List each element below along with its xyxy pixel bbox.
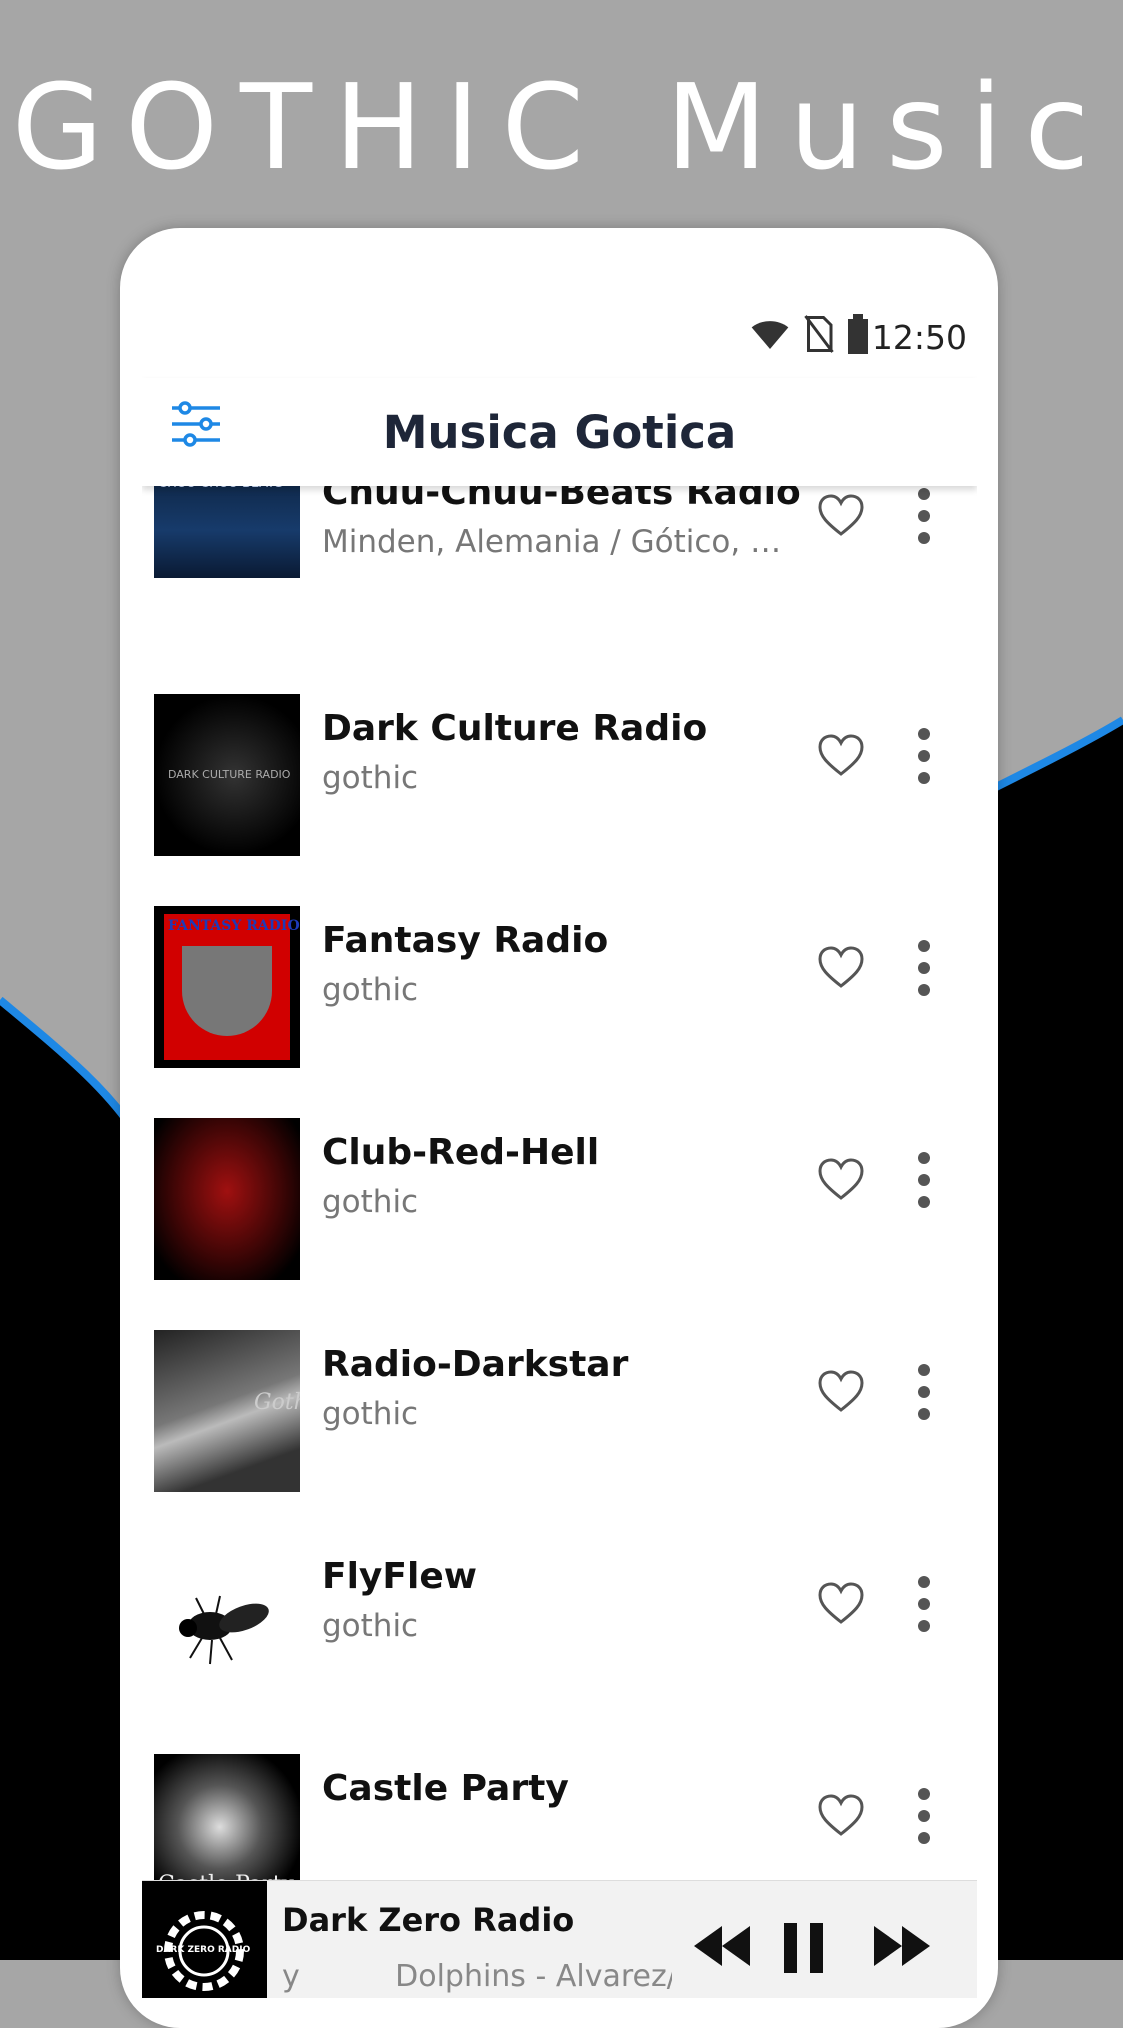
- station-logo: [154, 1118, 300, 1280]
- station-name: Club-Red-Hell: [322, 1132, 600, 1173]
- status-time: 12:50: [871, 318, 967, 357]
- logo-text: FANTASY RADIO: [168, 918, 300, 934]
- station-name: Fantasy Radio: [322, 920, 609, 961]
- station-name: Radio-Darkstar: [322, 1344, 629, 1385]
- station-name: Dark Culture Radio: [322, 708, 708, 749]
- fast-forward-icon[interactable]: [872, 1921, 932, 1971]
- heart-icon[interactable]: [817, 1580, 865, 1628]
- list-item[interactable]: Goth Radio-Darkstar gothic: [142, 1306, 977, 1520]
- station-logo: FANTASY RADIO: [154, 906, 300, 1068]
- page-title: Musica Gotica: [382, 406, 737, 459]
- fly-icon: [179, 1595, 269, 1665]
- list-item[interactable]: Club-Red-Hell gothic: [142, 1094, 977, 1308]
- list-item[interactable]: DARK CULTURE RADIO Dark Culture Radio go…: [142, 670, 977, 884]
- more-vert-icon[interactable]: [914, 486, 934, 546]
- more-vert-icon[interactable]: [914, 1150, 934, 1210]
- station-logo: [154, 1542, 300, 1704]
- wifi-icon: [751, 321, 789, 349]
- no-sim-icon: [804, 315, 834, 353]
- more-vert-icon[interactable]: [914, 1786, 934, 1846]
- player-logo-text: DARK ZERO RADIO: [156, 1945, 251, 1955]
- station-desc: gothic: [322, 1608, 419, 1644]
- logo-text: Goth: [254, 1390, 300, 1415]
- app-screen: 12:50 Musica Gotica CHUU CHUU BEATS Chuu…: [142, 298, 977, 1998]
- heart-icon[interactable]: [817, 1156, 865, 1204]
- now-playing-bar[interactable]: DARK ZERO RADIO Dark Zero Radio y Dolphi…: [142, 1880, 977, 1998]
- heart-icon[interactable]: [817, 944, 865, 992]
- more-vert-icon[interactable]: [914, 726, 934, 786]
- station-logo: DARK CULTURE RADIO: [154, 694, 300, 856]
- pause-icon[interactable]: [782, 1921, 826, 1975]
- more-vert-icon[interactable]: [914, 1362, 934, 1422]
- list-item[interactable]: FlyFlew gothic: [142, 1518, 977, 1732]
- battery-icon: [848, 314, 868, 354]
- heart-icon[interactable]: [817, 1368, 865, 1416]
- station-desc: gothic: [322, 1396, 419, 1432]
- gear-icon: [164, 1911, 244, 1991]
- player-title: Dark Zero Radio: [282, 1901, 575, 1939]
- status-bar: 12:50: [142, 298, 977, 378]
- list-item[interactable]: CHUU CHUU BEATS Chuu-Chuu-Beats Radio Mi…: [142, 458, 977, 672]
- more-vert-icon[interactable]: [914, 1574, 934, 1634]
- promo-title: GOTHIC Music: [11, 58, 1112, 196]
- list-item[interactable]: FANTASY RADIO Fantasy Radio gothic: [142, 882, 977, 1096]
- station-logo: Goth: [154, 1330, 300, 1492]
- station-desc: Minden, Alemania / Gótico, Pop,...: [322, 524, 792, 560]
- logo-text: DARK CULTURE RADIO: [168, 768, 291, 781]
- heart-icon[interactable]: [817, 1792, 865, 1840]
- station-desc: gothic: [322, 1184, 419, 1220]
- heart-icon[interactable]: [817, 492, 865, 540]
- station-name: Castle Party: [322, 1768, 569, 1809]
- heart-icon[interactable]: [817, 732, 865, 780]
- station-desc: gothic: [322, 760, 419, 796]
- station-name: FlyFlew: [322, 1556, 478, 1597]
- rewind-icon[interactable]: [692, 1921, 752, 1971]
- player-subtitle: y Dolphins - Alvarez/: [282, 1959, 672, 1994]
- phone-frame: 12:50 Musica Gotica CHUU CHUU BEATS Chuu…: [120, 228, 998, 2028]
- app-bar: Musica Gotica: [142, 378, 977, 486]
- station-desc: gothic: [322, 972, 419, 1008]
- player-logo: DARK ZERO RADIO: [142, 1881, 267, 1998]
- more-vert-icon[interactable]: [914, 938, 934, 998]
